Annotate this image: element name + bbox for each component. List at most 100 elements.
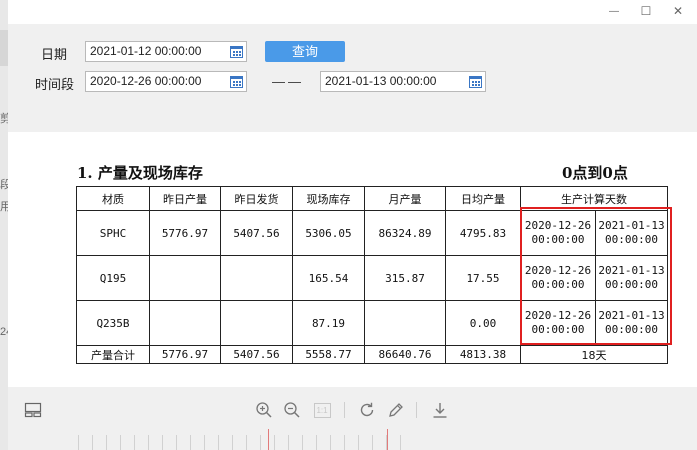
query-form: 日期 2021-01-12 00:00:00 查询 时间段 2020-12-26… xyxy=(8,24,697,132)
report-viewer: 1. 产量及现场库存 0点到0点 材质 昨日产量 昨日发货 现场库存 月产量 日… xyxy=(8,132,697,387)
toolbar-separator xyxy=(344,402,345,418)
query-button[interactable]: 查询 xyxy=(265,41,345,62)
yesterday-output-cell: 5776.97 xyxy=(149,210,221,256)
period-end-input[interactable]: 2021-01-13 00:00:00 xyxy=(320,71,486,92)
end-datetime-cell: 2021-01-13 00:00:00 xyxy=(595,210,668,256)
close-button[interactable]: ✕ xyxy=(668,2,688,20)
material-cell: Q195 xyxy=(76,255,150,301)
yesterday-output-cell xyxy=(149,300,221,346)
background-window-edge: 剪 段 用 24 xyxy=(0,0,8,450)
stock-cell: 87.19 xyxy=(292,300,365,346)
stock-cell: 165.54 xyxy=(292,255,365,301)
total-stock-cell: 5558.77 xyxy=(292,345,365,364)
period-end-calendar-button[interactable] xyxy=(467,73,484,90)
start-date: 2020-12-26 xyxy=(524,264,592,277)
background-text: 剪 xyxy=(0,113,8,125)
toolbar-separator xyxy=(416,402,417,418)
total-days-cell: 18天 xyxy=(520,345,668,364)
stock-cell: 5306.05 xyxy=(292,210,365,256)
zoom-out-icon[interactable] xyxy=(281,399,303,421)
column-header: 昨日产量 xyxy=(149,186,221,211)
close-icon: ✕ xyxy=(672,4,684,18)
material-cell: SPHC xyxy=(76,210,150,256)
start-date: 2020-12-26 xyxy=(524,219,592,232)
title-bar: — ☐ ✕ xyxy=(8,0,697,24)
end-date: 2021-01-13 xyxy=(598,219,665,232)
column-header: 月产量 xyxy=(364,186,446,211)
daily-avg-cell: 0.00 xyxy=(445,300,521,346)
yesterday-output-cell xyxy=(149,255,221,301)
report-window: — ☐ ✕ 日期 2021-01-12 00:00:00 查询 时间段 2020… xyxy=(8,0,697,450)
page-thumbnail-frame xyxy=(268,429,388,450)
date-calendar-button[interactable] xyxy=(228,43,245,60)
total-yesterday-shipped-cell: 5407.56 xyxy=(220,345,293,364)
calendar-icon xyxy=(469,75,482,88)
daily-avg-cell: 17.55 xyxy=(445,255,521,301)
period-label: 时间段 xyxy=(35,77,75,92)
period-start-input[interactable]: 2020-12-26 00:00:00 xyxy=(85,71,247,92)
pen-icon[interactable] xyxy=(385,399,407,421)
yesterday-shipped-cell: 5407.56 xyxy=(220,210,293,256)
total-label-cell: 产量合计 xyxy=(76,345,150,364)
start-datetime-cell: 2020-12-26 00:00:00 xyxy=(520,300,596,346)
column-header: 材质 xyxy=(76,186,150,211)
table-row: Q235B 87.19 0.00 2020-12-26 00:00:00 2021… xyxy=(76,300,668,346)
date-input[interactable]: 2021-01-12 00:00:00 xyxy=(85,41,247,62)
monthly-output-cell: 86324.89 xyxy=(364,210,446,256)
yesterday-shipped-cell xyxy=(220,300,293,346)
period-start-value: 2020-12-26 00:00:00 xyxy=(90,74,202,88)
material-cell: Q235B xyxy=(76,300,150,346)
column-header: 生产计算天数 xyxy=(520,186,668,211)
background-text: 段 xyxy=(0,179,8,191)
layout-icon[interactable] xyxy=(22,399,44,421)
table-row: Q195 165.54 315.87 17.55 2020-12-26 00:00… xyxy=(76,255,668,301)
rotate-icon[interactable] xyxy=(356,399,378,421)
end-time: 00:00:00 xyxy=(605,323,658,336)
end-datetime-cell: 2021-01-13 00:00:00 xyxy=(595,255,668,301)
end-datetime-cell: 2021-01-13 00:00:00 xyxy=(595,300,668,346)
actual-size-label: 1:1 xyxy=(313,402,331,418)
monthly-output-cell: 315.87 xyxy=(364,255,446,301)
actual-size-icon[interactable]: 1:1 xyxy=(311,399,333,421)
end-time: 00:00:00 xyxy=(605,278,658,291)
end-time: 00:00:00 xyxy=(605,233,658,246)
date-input-value: 2021-01-12 00:00:00 xyxy=(90,44,202,58)
yesterday-shipped-cell xyxy=(220,255,293,301)
table-row: SPHC 5776.97 5407.56 5306.05 86324.89 47… xyxy=(76,210,668,256)
start-time: 00:00:00 xyxy=(531,323,585,336)
download-icon[interactable] xyxy=(429,399,451,421)
total-yesterday-output-cell: 5776.97 xyxy=(149,345,221,364)
start-time: 00:00:00 xyxy=(531,278,585,291)
report-range: 0点到0点 xyxy=(562,164,628,182)
total-monthly-output-cell: 86640.76 xyxy=(364,345,446,364)
background-text: 用 xyxy=(0,201,8,213)
total-daily-avg-cell: 4813.38 xyxy=(445,345,521,364)
viewer-toolbar: 1:1 xyxy=(8,387,697,450)
monthly-output-cell xyxy=(364,300,446,346)
date-label: 日期 xyxy=(41,47,68,62)
report-table: 材质 昨日产量 昨日发货 现场库存 月产量 日均产量 生产计算天数 SPHC 5… xyxy=(76,186,668,364)
background-window-tab xyxy=(0,30,8,66)
calendar-icon xyxy=(230,75,243,88)
period-separator: —— xyxy=(272,74,304,89)
period-end-value: 2021-01-13 00:00:00 xyxy=(325,74,437,88)
start-datetime-cell: 2020-12-26 00:00:00 xyxy=(520,210,596,256)
zoom-in-icon[interactable] xyxy=(253,399,275,421)
start-time: 00:00:00 xyxy=(531,233,585,246)
minimize-button[interactable]: — xyxy=(604,2,624,20)
end-date: 2021-01-13 xyxy=(598,309,665,322)
report-title: 1. 产量及现场库存 xyxy=(77,164,203,182)
start-datetime-cell: 2020-12-26 00:00:00 xyxy=(520,255,596,301)
background-text: 24 xyxy=(0,326,8,338)
maximize-icon: ☐ xyxy=(640,4,652,18)
column-header: 昨日发货 xyxy=(220,186,293,211)
minimize-icon: — xyxy=(609,5,619,17)
daily-avg-cell: 4795.83 xyxy=(445,210,521,256)
maximize-button[interactable]: ☐ xyxy=(636,2,656,20)
end-date: 2021-01-13 xyxy=(598,264,665,277)
table-total-row: 产量合计 5776.97 5407.56 5558.77 86640.76 48… xyxy=(76,345,668,364)
column-header: 日均产量 xyxy=(445,186,521,211)
period-start-calendar-button[interactable] xyxy=(228,73,245,90)
table-header-row: 材质 昨日产量 昨日发货 现场库存 月产量 日均产量 生产计算天数 xyxy=(76,186,668,211)
calendar-icon xyxy=(230,45,243,58)
